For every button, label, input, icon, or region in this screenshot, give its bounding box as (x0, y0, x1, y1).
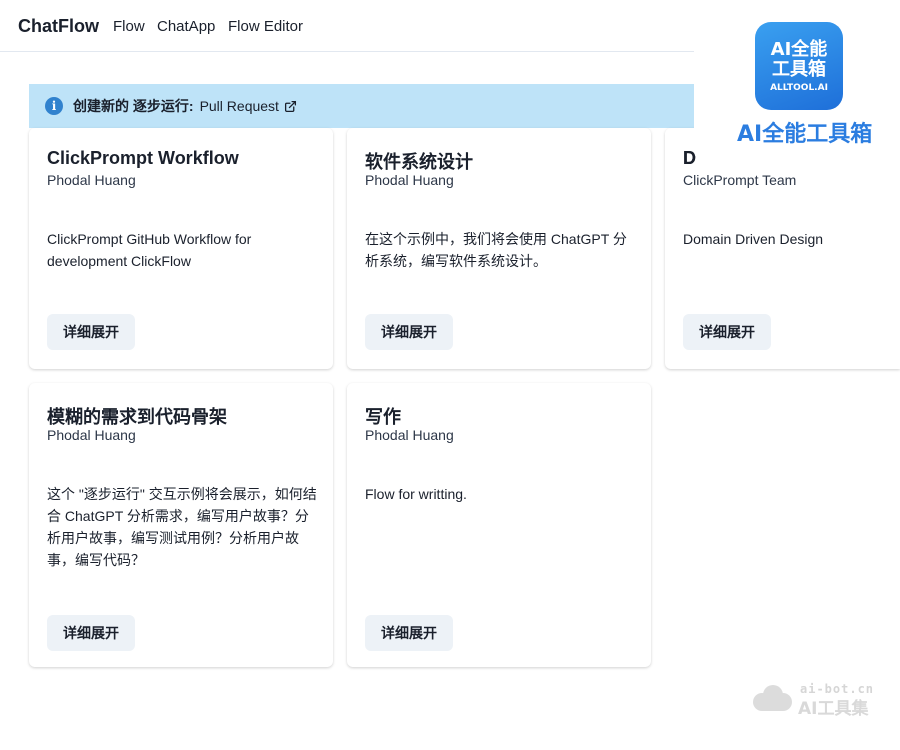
flow-card: 软件系统设计 Phodal Huang 在这个示例中，我们将会使用 ChatGP… (347, 128, 651, 369)
nav-link-flow[interactable]: Flow (113, 18, 145, 35)
card-title: ClickPrompt Workflow (47, 148, 239, 168)
card-description: ClickPrompt GitHub Workflow for developm… (47, 231, 252, 269)
banner-title: 创建新的 逐步运行: (73, 98, 194, 114)
flow-card: 模糊的需求到代码骨架 Phodal Huang 这个 "逐步运行" 交互示例将会… (29, 383, 333, 667)
logo-line-2: 工具箱 (772, 58, 826, 80)
card-3-title-visible: D (683, 148, 696, 168)
top-navbar: ChatFlow Flow ChatApp Flow Editor (0, 0, 694, 52)
info-banner: i 创建新的 逐步运行: Pull Request (29, 84, 694, 128)
watermark-cloud-icon (753, 685, 792, 711)
watermark-name: AI工具集 (798, 699, 869, 719)
expand-details-button[interactable]: 详细展开 (365, 615, 453, 651)
pull-request-link-label[interactable]: Pull Request (200, 98, 279, 114)
card-description: 这个 "逐步运行" 交互示例将会展示，如何结合 ChatGPT 分析需求，编写用… (47, 486, 317, 568)
card-description: Domain Driven Design (683, 231, 824, 247)
pull-request-link[interactable]: Pull Request (200, 98, 297, 114)
expand-details-button[interactable]: 详细展开 (47, 314, 135, 350)
card-author: Phodal Huang (47, 172, 136, 188)
logo-caption: AI全能工具箱 (737, 122, 873, 147)
card-title: 模糊的需求到代码骨架 (47, 407, 227, 427)
card-author: Phodal Huang (47, 427, 136, 443)
nav-link-flow-editor[interactable]: Flow Editor (228, 18, 303, 35)
nav-link-chatapp[interactable]: ChatApp (157, 18, 215, 35)
brand-logo-text[interactable]: ChatFlow (18, 16, 99, 37)
external-link-icon (284, 100, 296, 112)
info-icon: i (45, 97, 63, 115)
card-description: 在这个示例中，我们将会使用 ChatGPT 分析系统，编写软件系统设计。 (365, 231, 627, 269)
card-title: 软件系统设计 (365, 152, 473, 172)
card-author: Phodal Huang (365, 427, 454, 443)
alltool-logo-icon: AI全能 工具箱 ALLTOOL.AI (755, 22, 843, 110)
expand-details-button[interactable]: 详细展开 (47, 615, 135, 651)
flow-card: D ClickPrompt Team Domain Driven Design … (665, 128, 900, 369)
logo-line-1: AI全能 (770, 38, 828, 60)
expand-details-button[interactable]: 详细展开 (683, 314, 771, 350)
flow-card: ClickPrompt Workflow Phodal Huang ClickP… (29, 128, 333, 369)
card-title: 写作 (365, 407, 401, 427)
card-description: Flow for writting. (365, 486, 467, 502)
logo-subtitle: ALLTOOL.AI (770, 82, 828, 93)
expand-details-button[interactable]: 详细展开 (365, 314, 453, 350)
card-author: Phodal Huang (365, 172, 454, 188)
card-author: ClickPrompt Team (683, 172, 797, 188)
flow-card: 写作 Phodal Huang Flow for writting. 详细展开 (347, 383, 651, 667)
